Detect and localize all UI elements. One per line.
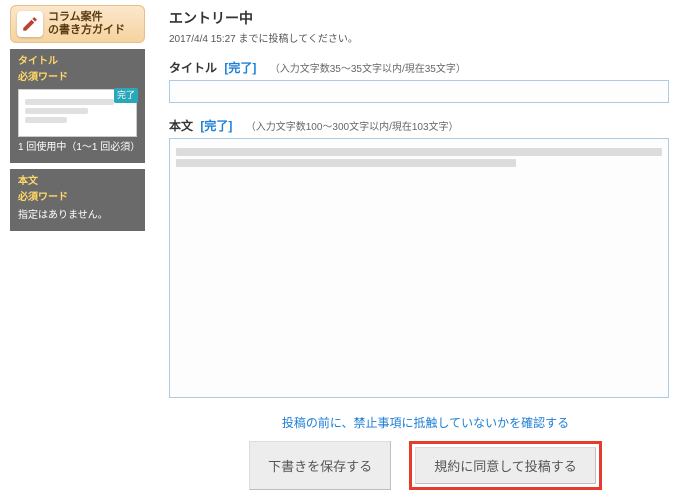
done-badge: 完了 <box>114 88 138 103</box>
button-row: 下書きを保存する 規約に同意して投稿する <box>169 441 682 490</box>
guide-banner-text: コラム案件 の書き方ガイド <box>48 11 125 37</box>
required-word-box: 完了 <box>18 89 137 137</box>
body-hint: （入力文字数100～300文字以内/現在103文字） <box>246 122 459 133</box>
panel-sub: 必須ワード <box>18 191 137 205</box>
panel-heading: 本文 <box>18 175 137 189</box>
status-deadline: 2017/4/4 15:27 までに投稿してください。 <box>169 30 682 45</box>
sidebar-title-panel: タイトル 必須ワード 完了 1 回使用中（1～1 回必須） <box>10 49 145 163</box>
sidebar: コラム案件 の書き方ガイド タイトル 必須ワード 完了 1 回使用中（1～1 回… <box>0 0 155 500</box>
guide-line1: コラム案件 <box>48 11 125 24</box>
guide-line2: の書き方ガイド <box>48 24 125 37</box>
status-title: エントリー中 <box>169 8 682 28</box>
usage-count: 1 回使用中（1～1 回必須） <box>18 141 137 155</box>
prohibited-items-link[interactable]: 投稿の前に、禁止事項に抵触していないかを確認する <box>169 414 682 431</box>
body-done-text: [完了] <box>200 119 232 133</box>
title-input[interactable] <box>169 80 669 103</box>
sidebar-body-panel: 本文 必須ワード 指定はありません。 <box>10 169 145 231</box>
title-field-label: タイトル [完了] （入力文字数35～35文字以内/現在35文字） <box>169 59 682 76</box>
guide-banner[interactable]: コラム案件 の書き方ガイド <box>10 5 145 43</box>
body-field-label: 本文 [完了] （入力文字数100～300文字以内/現在103文字） <box>169 117 682 134</box>
panel-sub: 必須ワード <box>18 71 137 85</box>
title-hint: （入力文字数35～35文字以内/現在35文字） <box>270 64 466 75</box>
panel-heading: タイトル <box>18 55 137 69</box>
body-textarea[interactable] <box>169 138 669 398</box>
pencil-icon <box>17 11 43 37</box>
submit-button[interactable]: 規約に同意して投稿する <box>415 447 596 484</box>
panel-desc: 指定はありません。 <box>18 209 137 223</box>
main-content: エントリー中 2017/4/4 15:27 までに投稿してください。 タイトル … <box>155 0 700 500</box>
save-draft-button[interactable]: 下書きを保存する <box>249 441 391 490</box>
submit-highlight: 規約に同意して投稿する <box>409 441 602 490</box>
title-done-text: [完了] <box>224 61 256 75</box>
body-label-text: 本文 <box>169 119 193 133</box>
title-label-text: タイトル <box>169 61 217 75</box>
